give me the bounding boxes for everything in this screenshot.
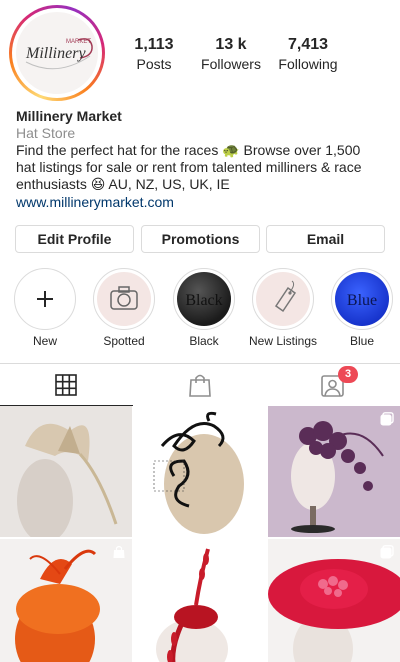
- bio-line-1: Find the perfect hat for the races 🐢 Bro…: [16, 142, 361, 158]
- profile-avatar[interactable]: Millinery MARKET: [9, 5, 105, 101]
- post-thumbnail[interactable]: [268, 539, 400, 662]
- email-button[interactable]: Email: [266, 225, 385, 253]
- tab-shop[interactable]: [133, 364, 266, 406]
- following-label: Following: [278, 56, 338, 72]
- multiple-photos-icon: [380, 545, 394, 559]
- post-thumbnail[interactable]: [0, 406, 132, 537]
- profile-actions: Edit Profile Promotions Email: [15, 225, 386, 253]
- highlight-label: New: [32, 334, 57, 348]
- highlight-label: New Listings: [248, 334, 318, 348]
- highlight-cover-text: Black: [185, 292, 222, 309]
- bio-line-3: enthusiasts 😆 AU, NZ, US, UK, IE: [16, 176, 230, 192]
- shopping-bag-icon: [113, 545, 125, 558]
- profile-category: Hat Store: [16, 125, 76, 141]
- highlight-label: Black: [189, 334, 219, 348]
- tagged-notification-badge: 3: [338, 366, 358, 383]
- tab-posts-grid[interactable]: [0, 364, 133, 406]
- post-thumbnail[interactable]: [134, 406, 266, 537]
- logo-subtext: MARKET: [66, 39, 91, 45]
- post-thumbnail[interactable]: [0, 539, 132, 662]
- shopping-bag-icon: [189, 374, 211, 397]
- story-highlights: New Spotted Black Black New Listings Blu…: [0, 268, 400, 350]
- multiple-photos-icon: [380, 412, 394, 426]
- logo-text: Millinery: [25, 45, 86, 62]
- highlight-cover-text: Blue: [347, 292, 377, 309]
- millinery-market-logo: Millinery MARKET: [16, 12, 98, 94]
- plus-icon: [18, 272, 72, 326]
- website-link[interactable]: www.millinerymarket.com: [16, 193, 388, 211]
- promotions-button[interactable]: Promotions: [141, 225, 260, 253]
- tagged-person-icon: [321, 375, 344, 397]
- profile-name: Millinery Market: [16, 108, 122, 124]
- highlight-label: Spotted: [103, 334, 145, 348]
- multiple-photos-icon: [246, 412, 260, 426]
- profile-header: Millinery MARKET 1,113 Posts 13 k Follow…: [0, 0, 400, 105]
- following-count: 7,413: [287, 36, 329, 53]
- profile-bio: Millinery Market Hat Store Find the perf…: [16, 108, 388, 211]
- post-thumbnail[interactable]: [134, 539, 266, 662]
- edit-profile-button[interactable]: Edit Profile: [15, 225, 134, 253]
- post-thumbnail[interactable]: [268, 406, 400, 537]
- multiple-photos-icon: [246, 545, 260, 559]
- tab-tagged[interactable]: [266, 364, 399, 406]
- highlight-label: Blue: [349, 334, 375, 348]
- following-stat[interactable]: 7,413 Following: [263, 35, 353, 73]
- posts-grid: [0, 406, 400, 662]
- grid-icon: [55, 374, 77, 396]
- camera-icon: [97, 272, 151, 326]
- bio-line-2: hat listings for sale or rent from talen…: [16, 159, 362, 175]
- tag-icon: [256, 272, 310, 326]
